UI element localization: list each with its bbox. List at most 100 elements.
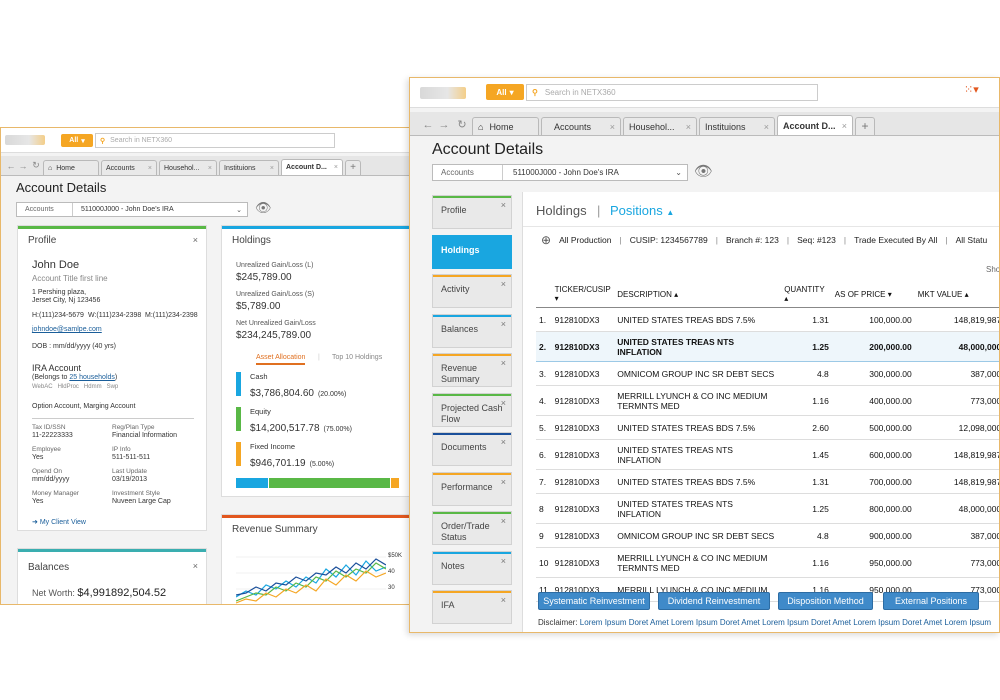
close-icon[interactable]: ×: [686, 122, 691, 132]
close-icon[interactable]: ×: [501, 595, 506, 605]
close-icon[interactable]: ×: [610, 122, 615, 132]
allocation-value-row: $3,786,804.60 (20.00%): [250, 383, 346, 401]
disposition-method-button[interactable]: Disposition Method: [778, 592, 873, 610]
front-tab-home[interactable]: ⌂ Home: [472, 117, 539, 135]
col-mkt-value[interactable]: MKT VALUE ▴: [914, 281, 999, 308]
back-search-scope-button[interactable]: All ▾: [61, 134, 93, 147]
front-tab-account-details[interactable]: Account D... ×: [777, 115, 853, 135]
close-icon[interactable]: ×: [501, 398, 506, 408]
sidebar-item-balances[interactable]: Balances ×: [432, 313, 512, 348]
refresh-icon[interactable]: ↻: [29, 160, 43, 171]
my-client-view-link[interactable]: ➜ My Client View: [32, 518, 86, 526]
table-row[interactable]: 2. 912810DX3 UNITED STATES TREAS NTS INFLA…: [536, 331, 999, 362]
filter-status[interactable]: All Statu: [956, 235, 988, 245]
col-quantity[interactable]: QUANTITY ▴: [781, 281, 832, 308]
sort-up-icon: ▴: [784, 294, 789, 303]
front-tab-institutions[interactable]: Instituions ×: [699, 117, 775, 135]
col-price[interactable]: AS OF PRICE ▾: [831, 281, 915, 308]
close-icon[interactable]: ×: [193, 235, 198, 245]
profile-field-value: 511-511-511: [112, 454, 151, 461]
close-icon[interactable]: ×: [208, 165, 212, 172]
forward-arrow-icon[interactable]: →: [436, 119, 452, 131]
back-search-input[interactable]: ⚲ Search in NETX360: [95, 133, 335, 148]
sidebar-item-notes[interactable]: Notes ×: [432, 550, 512, 585]
sidebar-item-profile[interactable]: Profile ×: [432, 195, 512, 229]
dividend-reinvestment-button[interactable]: Dividend Reinvestment: [658, 592, 770, 610]
systematic-reinvestment-button[interactable]: Systematic Reinvestment: [538, 592, 650, 610]
close-icon[interactable]: ×: [501, 437, 506, 447]
sidebar-item-documents[interactable]: Documents ×: [432, 432, 512, 466]
table-row[interactable]: 1. 912810DX3 UNITED STATES TREAS BDS 7.5% 1…: [536, 307, 999, 332]
back-tab-institutions[interactable]: Instituions ×: [219, 160, 279, 175]
cell-n: 4.: [536, 385, 552, 416]
filter-seq[interactable]: Seq: #123: [797, 235, 836, 245]
table-row[interactable]: 8 912810DX3 UNITED STATES TREAS NTS INFLAT…: [536, 493, 999, 524]
crumb-holdings[interactable]: Holdings: [536, 203, 587, 218]
back-tab-accounts[interactable]: Accounts ×: [101, 160, 157, 175]
refresh-icon[interactable]: ↻: [452, 118, 472, 131]
back-arrow-icon[interactable]: ←: [420, 119, 436, 131]
sidebar-item-order-trade-status[interactable]: Order/Trade Status ×: [432, 511, 512, 545]
zoom-in-icon[interactable]: ⊕: [541, 233, 551, 247]
close-icon[interactable]: ×: [501, 200, 506, 210]
close-icon[interactable]: ×: [193, 561, 198, 571]
apps-grid-icon[interactable]: ⁙▾: [964, 83, 979, 96]
close-icon[interactable]: ×: [501, 516, 506, 526]
households-link[interactable]: 25 households: [69, 374, 115, 381]
filter-trade-executed[interactable]: Trade Executed By All: [854, 235, 937, 245]
tab-top-10-holdings[interactable]: Top 10 Holdings: [332, 354, 382, 361]
sidebar-item-ifa[interactable]: IFA ×: [432, 590, 512, 624]
close-icon[interactable]: ×: [501, 556, 506, 566]
close-icon[interactable]: ×: [501, 358, 506, 368]
close-icon[interactable]: ×: [501, 319, 506, 329]
sidebar-item-activity[interactable]: Activity ×: [432, 274, 512, 308]
close-icon[interactable]: ×: [270, 165, 274, 172]
table-row[interactable]: 6. 912810DX3 UNITED STATES TREAS NTS INFLA…: [536, 439, 999, 470]
external-positions-button[interactable]: External Positions: [883, 592, 979, 610]
table-row[interactable]: 10 912810DX3 MERRILL LYUNCH & CO INC MEDIU…: [536, 547, 999, 578]
table-row[interactable]: 9 912810DX3 OMNICOM GROUP INC SR DEBT SECS…: [536, 523, 999, 548]
front-search-scope-button[interactable]: All ▾: [486, 84, 524, 100]
cell-cusip: 912810DX3: [551, 439, 615, 470]
back-tab-account-details[interactable]: Account D... ×: [281, 159, 343, 175]
back-tab-households[interactable]: Househol... ×: [159, 160, 217, 175]
profile-email-link[interactable]: johndoe@samlpe.com: [32, 326, 102, 333]
front-tab-accounts[interactable]: Accounts ×: [541, 117, 621, 135]
eye-icon[interactable]: 👁: [694, 162, 713, 180]
back-arrow-icon[interactable]: ←: [5, 161, 17, 171]
table-row[interactable]: 7. 912810DX3 UNITED STATES TREAS BDS 7.5% 1…: [536, 469, 999, 494]
forward-arrow-icon[interactable]: →: [17, 161, 29, 171]
close-icon[interactable]: ×: [764, 122, 769, 132]
filter-branch[interactable]: Branch #: 123: [726, 235, 779, 245]
tab-asset-allocation[interactable]: Asset Allocation: [256, 354, 306, 365]
front-tab-households[interactable]: Househol... ×: [623, 117, 697, 135]
back-account-select[interactable]: Accounts 511000J000 - John Doe's IRA ⌄: [16, 202, 248, 217]
table-row[interactable]: 4. 912810DX3 MERRILL LYUNCH & CO INC MEDIU…: [536, 385, 999, 416]
close-icon[interactable]: ×: [334, 164, 338, 171]
cell-cusip: 912810DX3: [551, 415, 615, 440]
sidebar-item-performance[interactable]: Performance ×: [432, 471, 512, 506]
close-icon[interactable]: ×: [501, 477, 506, 487]
close-icon[interactable]: ×: [842, 121, 847, 131]
table-row[interactable]: 5. 912810DX3 UNITED STATES TREAS BDS 7.5% 2…: [536, 415, 999, 440]
close-icon[interactable]: ×: [148, 165, 152, 172]
back-tab-home[interactable]: ⌂ Home: [43, 160, 99, 175]
add-tab-icon[interactable]: +: [345, 160, 361, 175]
profile-address-line1: 1 Pershing plaza,: [32, 289, 87, 296]
cell-n: 2.: [536, 331, 552, 362]
add-tab-icon[interactable]: +: [855, 117, 875, 135]
crumb-positions[interactable]: Positions ▲: [610, 203, 674, 218]
filter-production[interactable]: All Production: [559, 235, 611, 245]
sidebar-item-revenue-summary[interactable]: Revenue Summary ×: [432, 353, 512, 387]
client-view-label: My Client View: [39, 519, 86, 526]
front-search-input[interactable]: ⚲ Search in NETX360: [526, 84, 818, 101]
close-icon[interactable]: ×: [501, 279, 506, 289]
table-row[interactable]: 3. 912810DX3 OMNICOM GROUP INC SR DEBT SEC…: [536, 361, 999, 386]
col-description[interactable]: DESCRIPTION ▴: [614, 281, 782, 308]
col-ticker[interactable]: TICKER/CUSIP ▾: [551, 281, 615, 308]
sidebar-item-holdings[interactable]: Holdings: [432, 234, 512, 269]
eye-icon[interactable]: 👁: [255, 200, 272, 216]
sidebar-item-projected-cash-flow[interactable]: Projected Cash Flow ×: [432, 392, 512, 427]
front-account-select[interactable]: Accounts 511000J000 - John Doe's IRA ⌄: [432, 164, 688, 181]
filter-cusip[interactable]: CUSIP: 1234567789: [630, 235, 708, 245]
